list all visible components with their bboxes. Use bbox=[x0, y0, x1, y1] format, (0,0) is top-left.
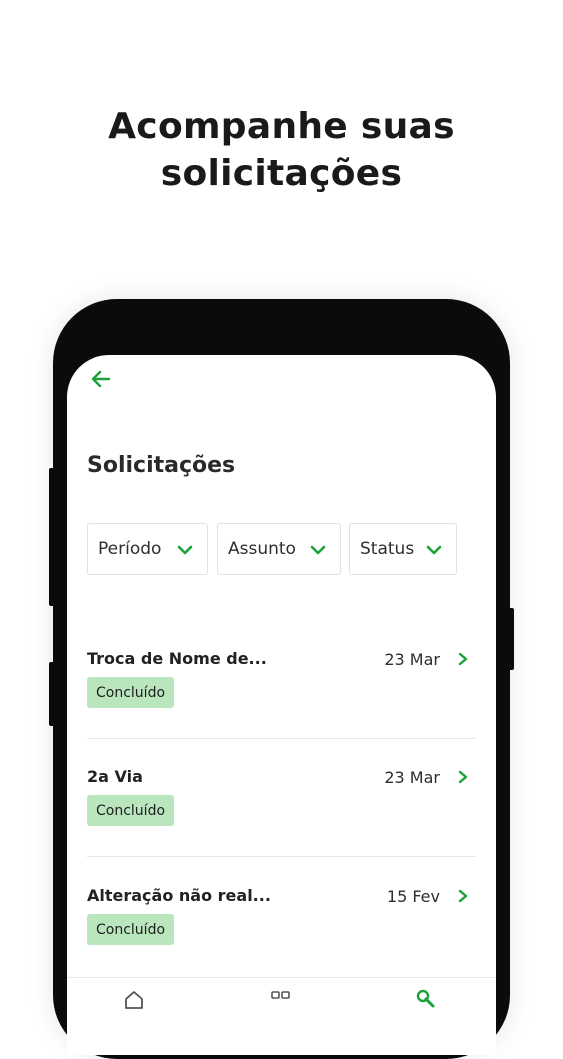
chevron-down-icon bbox=[177, 545, 193, 555]
filter-label: Status bbox=[360, 539, 415, 559]
list-divider bbox=[87, 738, 476, 739]
status-badge: Concluído bbox=[87, 677, 175, 708]
phone-volume-button-2 bbox=[49, 662, 55, 726]
request-list-item[interactable]: 2a Via 23 Mar Concluído bbox=[87, 767, 476, 885]
page-title: Solicitações bbox=[87, 453, 236, 478]
status-badge: Concluído bbox=[87, 914, 175, 945]
headline-line-1: Acompanhe suas bbox=[108, 106, 455, 147]
filter-label: Assunto bbox=[228, 539, 296, 559]
request-list-item[interactable]: Troca de Nome de... 23 Mar Concluído bbox=[87, 649, 476, 767]
promo-headline: Acompanhe suas solicitações bbox=[0, 103, 563, 197]
chevron-right-icon bbox=[458, 889, 468, 903]
filter-periodo[interactable]: Período bbox=[87, 523, 208, 575]
request-title: 2a Via bbox=[87, 767, 143, 786]
chevron-right-icon bbox=[458, 652, 468, 666]
arrow-left-icon bbox=[91, 370, 111, 388]
app-screen: Solicitações Período Assunto Status Troc… bbox=[67, 355, 496, 1055]
status-badge: Concluído bbox=[87, 795, 175, 826]
headline-line-2: solicitações bbox=[160, 153, 403, 194]
wrench-icon[interactable] bbox=[414, 988, 436, 1010]
chevron-down-icon bbox=[426, 545, 442, 555]
request-title: Alteração não real... bbox=[87, 886, 271, 905]
request-date: 23 Mar bbox=[384, 768, 440, 787]
request-date: 23 Mar bbox=[384, 650, 440, 669]
grid-icon[interactable] bbox=[270, 988, 292, 1010]
filter-status[interactable]: Status bbox=[349, 523, 457, 575]
chevron-down-icon bbox=[310, 545, 326, 555]
phone-power-button bbox=[508, 608, 514, 670]
back-button[interactable] bbox=[89, 367, 113, 391]
filter-assunto[interactable]: Assunto bbox=[217, 523, 341, 575]
chevron-right-icon bbox=[458, 770, 468, 784]
home-icon[interactable] bbox=[123, 988, 145, 1010]
phone-volume-button-1 bbox=[49, 468, 55, 606]
request-date: 15 Fev bbox=[386, 887, 440, 906]
filter-label: Período bbox=[98, 539, 162, 559]
bottom-navigation bbox=[67, 977, 496, 1055]
request-title: Troca de Nome de... bbox=[87, 649, 267, 668]
list-divider bbox=[87, 856, 476, 857]
